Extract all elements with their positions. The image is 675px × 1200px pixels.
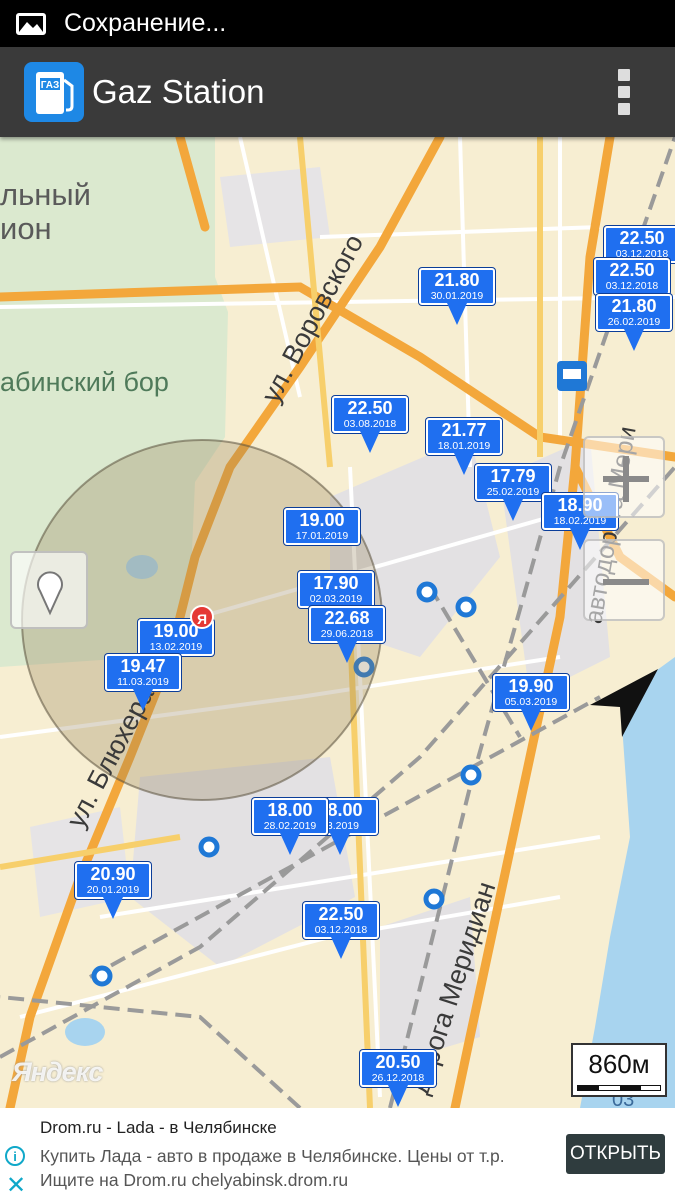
gas-station-marker[interactable]: 17.79 25.02.2019 [475, 464, 551, 522]
ad-url: Ищите на Drom.ru chelyabinsk.drom.ru [40, 1170, 349, 1190]
marker-date: 11.03.2019 [117, 676, 169, 688]
gas-station-marker[interactable]: 22.50 03.12.2018 [303, 902, 379, 960]
gas-station-marker[interactable]: 19.00 17.01.2019 [284, 508, 360, 566]
gas-station-marker[interactable]: 22.50 03.08.2018 [332, 396, 408, 454]
map-view[interactable]: льный ион абинский бор ул. Воровского ул… [0, 137, 675, 1108]
marker-date: 18.01.2019 [437, 440, 491, 452]
status-bar: Сохранение... [0, 0, 675, 47]
location-pin-icon[interactable] [10, 551, 88, 629]
gas-station-marker[interactable]: 20.50 26.12.2018 [360, 1050, 436, 1108]
marker-price: 19.90 [508, 676, 554, 696]
marker-price: 21.77 [441, 420, 487, 440]
gas-station-marker[interactable]: 22.68 29.06.2018 [309, 606, 385, 664]
marker-price: 22.50 [619, 228, 665, 248]
navigation-arrow-icon[interactable] [588, 667, 660, 739]
marker-price: 22.68 [324, 608, 370, 628]
marker-date: 20.01.2019 [86, 884, 140, 896]
marker-date: 03.08.2018 [343, 418, 397, 430]
marker-price: 18.00 [267, 800, 313, 820]
marker-date: 26.12.2018 [371, 1072, 425, 1084]
marker-date: 05.03.2019 [504, 696, 558, 708]
marker-date: 03.12.2018 [605, 280, 659, 292]
place-label: ион [0, 211, 52, 246]
marker-date: 29.06.2018 [320, 628, 374, 640]
gas-station-marker[interactable]: 21.80 30.01.2019 [419, 268, 495, 326]
marker-date: 25.02.2019 [486, 486, 540, 498]
marker-price: 21.80 [434, 270, 480, 290]
ad-open-button[interactable]: ОТКРЫТЬ [566, 1134, 665, 1174]
marker-price: 19.00 [299, 510, 345, 530]
marker-date: 13.02.2019 [149, 641, 203, 653]
app-bar: ГАЗ Gaz Station [0, 47, 675, 137]
marker-price: 22.50 [347, 398, 393, 418]
logo-text: ГАЗ [41, 80, 60, 91]
place-label: абинский бор [0, 367, 169, 397]
gas-station-marker[interactable]: 20.90 20.01.2019 [75, 862, 151, 920]
marker-price: 20.50 [375, 1052, 421, 1072]
marker-price: 20.90 [90, 864, 136, 884]
ad-banner[interactable]: Drom.ru - Lada - в Челябинске i Купить Л… [0, 1108, 675, 1200]
marker-price: 21.80 [611, 296, 657, 316]
status-text: Сохранение... [64, 9, 227, 37]
gas-station-marker[interactable]: 18.00 28.02.2019 [252, 798, 328, 856]
marker-date: 17.01.2019 [295, 530, 349, 542]
app-screen: Сохранение... ГАЗ Gaz Station льный ион … [0, 0, 675, 1200]
zoom-in-icon[interactable] [583, 436, 665, 518]
ad-description: Купить Лада - авто в продаже в Челябинск… [40, 1146, 505, 1166]
marker-price: 17.90 [313, 573, 359, 593]
map-scale: 860м [571, 1043, 667, 1097]
gas-station-marker[interactable]: 21.80 26.02.2019 [596, 294, 672, 352]
app-title: Gaz Station [92, 73, 265, 110]
marker-date: 28.02.2019 [263, 820, 317, 832]
marker-price: 22.50 [609, 260, 655, 280]
gas-station-logo: ГАЗ [24, 62, 84, 122]
marker-price: 19.47 [120, 656, 166, 676]
info-icon[interactable]: i [5, 1146, 25, 1166]
yandex-logo[interactable]: Яндекс [12, 1057, 103, 1088]
marker-price: 22.50 [318, 904, 364, 924]
image-icon [16, 12, 46, 35]
scale-label: 860м [588, 1049, 650, 1079]
gas-station-marker[interactable]: 19.90 05.03.2019 [493, 674, 569, 732]
zoom-out-icon[interactable] [583, 539, 665, 621]
place-label: льный [0, 177, 91, 212]
marker-date: 26.02.2019 [607, 316, 661, 328]
marker-date: 30.01.2019 [430, 290, 484, 302]
ad-title[interactable]: Drom.ru - Lada - в Челябинске [40, 1118, 277, 1138]
marker-date: 03.12.2018 [314, 924, 368, 936]
marker-price: 17.79 [490, 466, 536, 486]
my-location-badge[interactable]: Я [190, 605, 214, 629]
overflow-menu-icon[interactable] [615, 69, 633, 115]
close-icon[interactable]: ✕ [6, 1174, 26, 1198]
marker-date: 02.03.2019 [309, 593, 363, 605]
gas-station-marker[interactable]: 19.47 11.03.2019 [105, 654, 181, 712]
